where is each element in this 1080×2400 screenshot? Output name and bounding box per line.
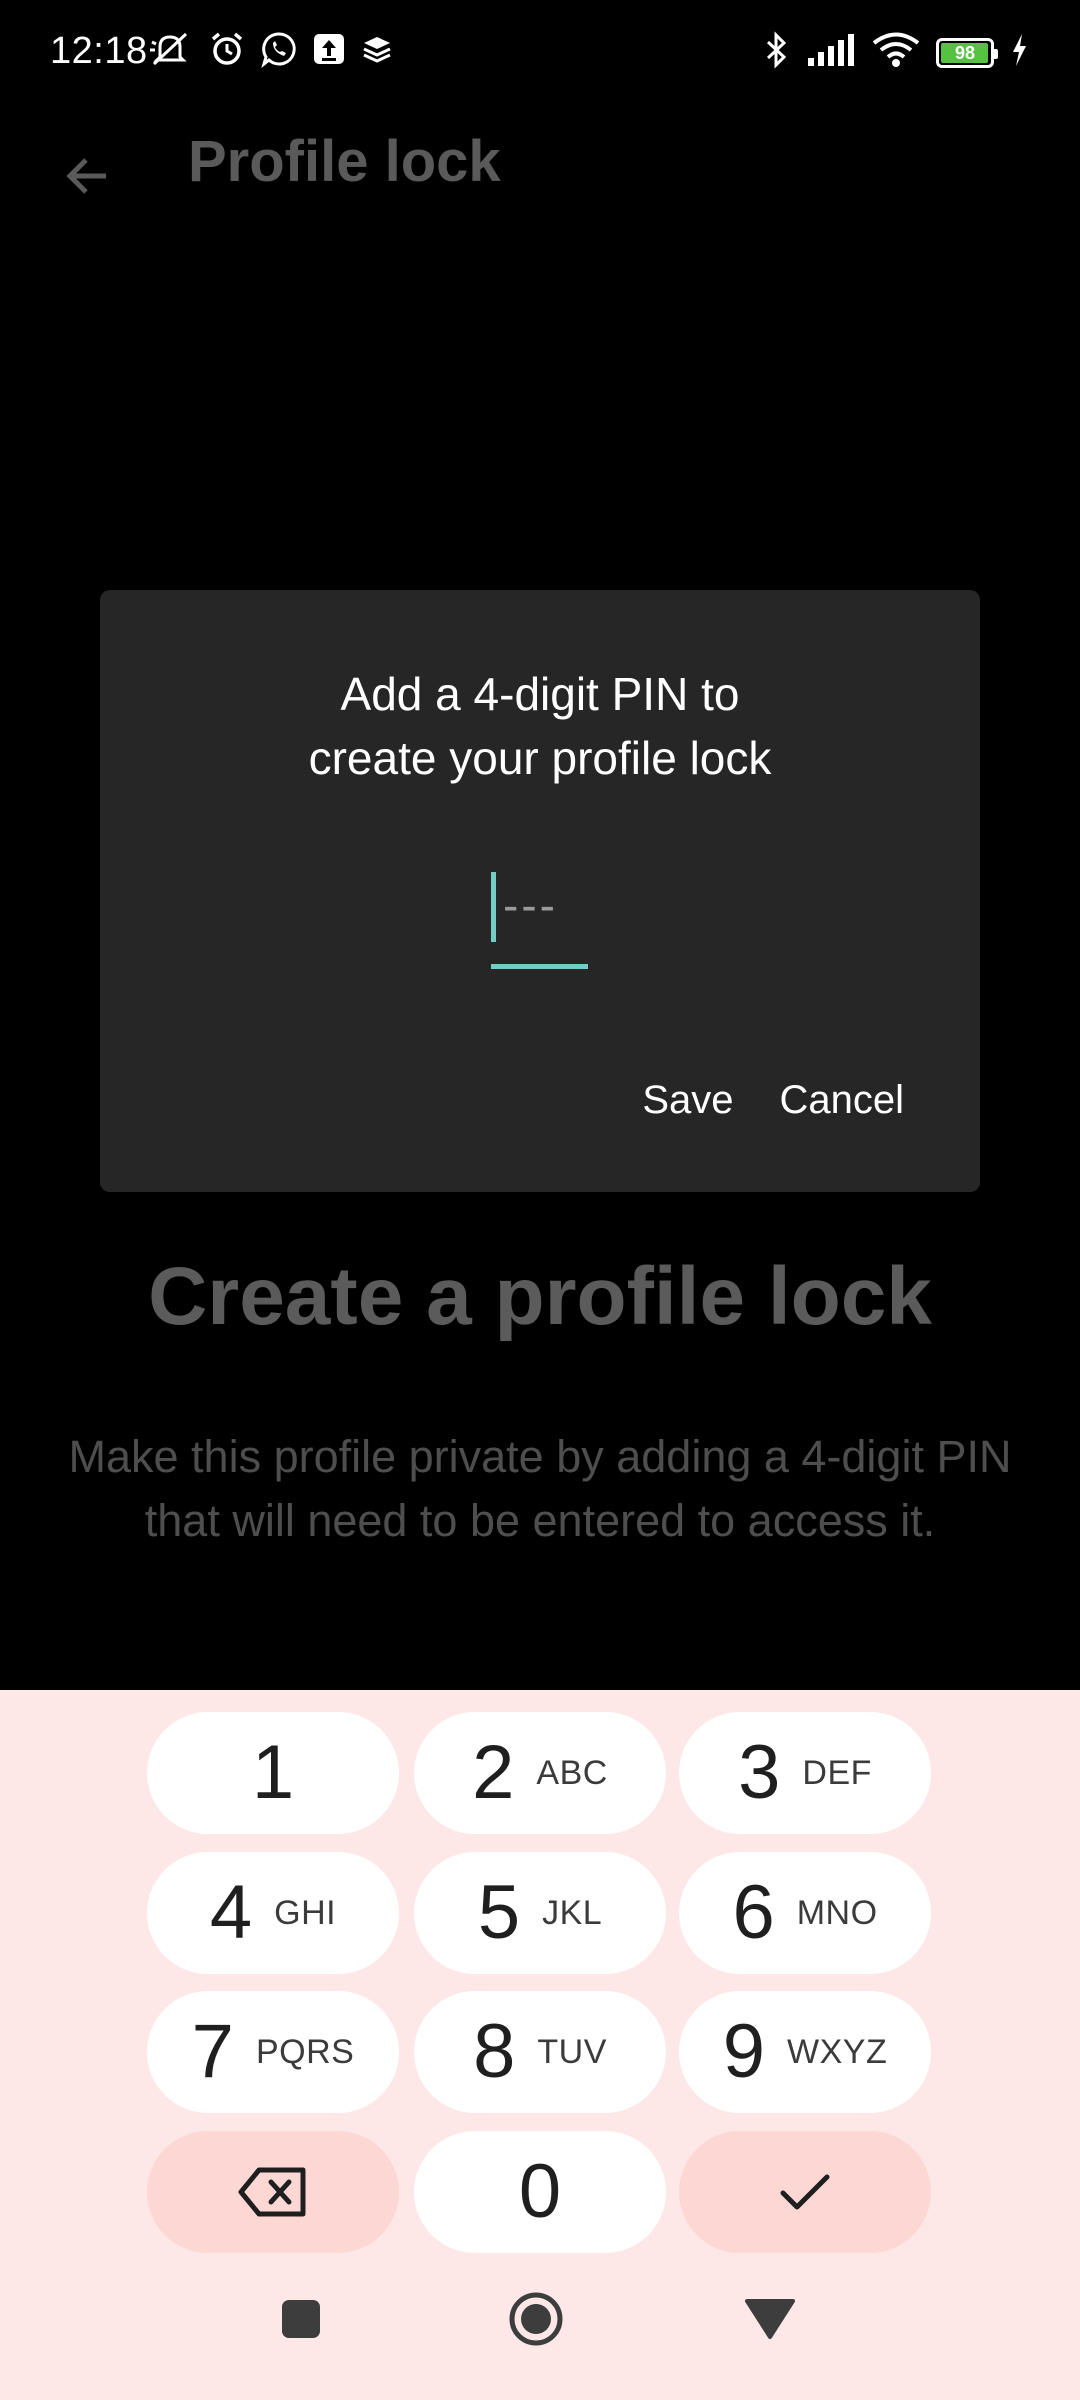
backspace-key[interactable] — [147, 2131, 399, 2253]
key-digit: 8 — [473, 2009, 516, 2094]
battery-icon: 98 — [936, 37, 998, 68]
key-5[interactable]: 5 JKL — [414, 1852, 666, 1974]
muted-bell-icon — [148, 30, 194, 68]
signal-icon — [806, 32, 856, 73]
key-letters: ABC — [536, 1753, 608, 1792]
key-digit: 9 — [722, 2009, 766, 2094]
upload-icon — [312, 32, 346, 66]
page-title: Profile lock — [188, 129, 501, 194]
status-time: 12:18 — [50, 30, 148, 72]
key-letters: PQRS — [255, 2032, 355, 2071]
key-7[interactable]: 7 PQRS — [147, 1991, 399, 2113]
key-digit: 6 — [732, 1870, 775, 1955]
status-left-icons — [148, 30, 394, 68]
key-digit: 0 — [518, 2149, 562, 2234]
key-4[interactable]: 4 GHI — [147, 1852, 399, 1974]
app-bar: Profile lock — [0, 110, 1080, 215]
square-recents-icon — [282, 2300, 320, 2338]
text-cursor — [491, 872, 496, 942]
key-letters: WXYZ — [787, 2032, 888, 2071]
whatsapp-icon — [260, 30, 298, 68]
key-digit: 7 — [191, 2009, 234, 2094]
checkmark-icon — [780, 2174, 830, 2210]
battery-nub — [994, 48, 998, 59]
status-right-icons: 98 — [764, 30, 1028, 75]
status-bar: 12:18 98 — [0, 0, 1080, 110]
circle-home-icon — [509, 2292, 563, 2346]
navigation-bar — [0, 2270, 1080, 2400]
key-letters: GHI — [274, 1893, 337, 1932]
pin-dialog: Add a 4-digit PIN to create your profile… — [100, 590, 980, 1192]
pin-input[interactable]: --- — [491, 872, 588, 972]
home-button[interactable] — [491, 2274, 581, 2364]
battery-level: 98 — [954, 42, 976, 63]
key-1[interactable]: 1 — [147, 1712, 399, 1834]
save-button[interactable]: Save — [642, 1078, 733, 1123]
dialog-title: Add a 4-digit PIN to create your profile… — [100, 662, 980, 790]
background-heading: Create a profile lock — [148, 1251, 932, 1342]
key-9[interactable]: 9 WXYZ — [679, 1991, 931, 2113]
recents-button[interactable] — [256, 2274, 346, 2364]
wifi-icon — [872, 32, 920, 73]
key-letters: DEF — [802, 1753, 872, 1792]
pin-underline — [491, 964, 588, 969]
key-3[interactable]: 3 DEF — [679, 1712, 931, 1834]
done-key[interactable] — [679, 2131, 931, 2253]
system-back-button[interactable] — [725, 2274, 815, 2364]
key-8[interactable]: 8 TUV — [414, 1991, 666, 2113]
background-description: Make this profile private by adding a 4-… — [68, 1431, 1012, 1546]
triangle-back-icon — [745, 2299, 795, 2339]
dialog-title-line-1: Add a 4-digit PIN to — [340, 668, 740, 720]
arrow-left-icon — [66, 158, 106, 194]
key-digit: 2 — [472, 1730, 515, 1815]
key-letters: TUV — [537, 2032, 607, 2071]
key-2[interactable]: 2 ABC — [414, 1712, 666, 1834]
key-digit: 3 — [738, 1730, 781, 1815]
bluetooth-icon — [764, 30, 790, 75]
pin-placeholder: --- — [503, 879, 558, 931]
layers-icon — [360, 32, 394, 66]
key-0[interactable]: 0 — [414, 2131, 666, 2253]
key-letters: MNO — [796, 1893, 878, 1932]
back-button[interactable] — [40, 128, 136, 224]
screen: 12:18 98 Profile lock Create a profile l… — [0, 0, 1080, 2400]
charging-icon — [1010, 32, 1028, 73]
key-letters: JKL — [542, 1893, 603, 1932]
dialog-title-line-2: create your profile lock — [308, 732, 772, 784]
cancel-button[interactable]: Cancel — [779, 1078, 904, 1123]
key-digit: 4 — [209, 1870, 253, 1955]
backspace-icon — [238, 2167, 306, 2217]
dialog-actions: Save Cancel — [642, 1078, 904, 1123]
alarm-icon — [208, 30, 246, 68]
key-digit: 5 — [477, 1870, 521, 1955]
key-digit: 1 — [251, 1730, 295, 1815]
key-6[interactable]: 6 MNO — [679, 1852, 931, 1974]
